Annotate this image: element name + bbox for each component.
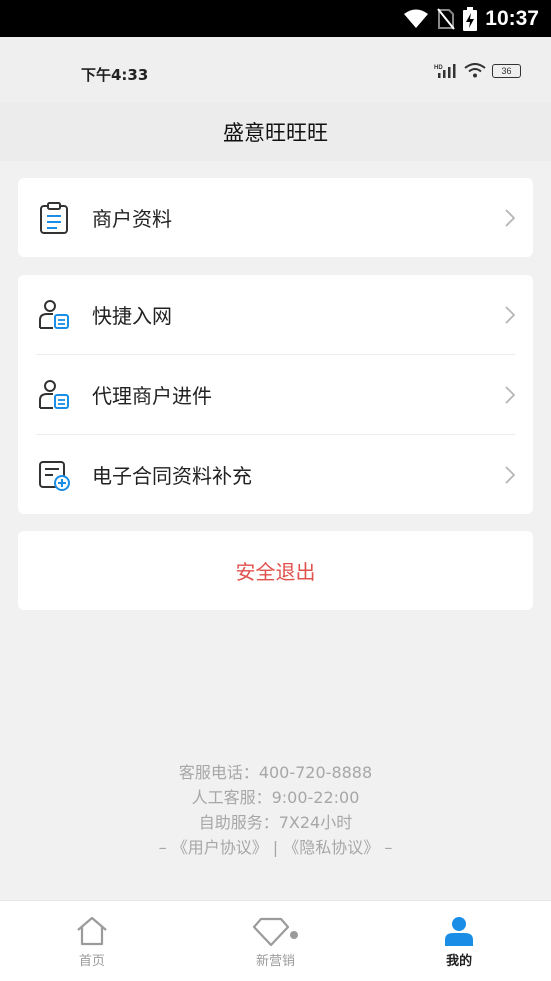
tab-mine[interactable]: 我的 xyxy=(367,901,551,981)
menu-item-e-contract-supplement[interactable]: 电子合同资料补充 xyxy=(18,435,533,514)
diamond-icon xyxy=(252,917,298,947)
chevron-right-icon xyxy=(505,385,515,404)
user-document-icon xyxy=(39,379,69,409)
page-title: 盛意旺旺旺 xyxy=(223,121,328,145)
customer-service-info: 客服电话：400-720-8888 人工客服：9:00-22:00 自助服务：7… xyxy=(0,760,551,860)
manual-service-hours: 人工客服：9:00-22:00 xyxy=(191,788,360,807)
battery-level: 36 xyxy=(501,65,512,76)
no-sim-icon xyxy=(437,7,456,30)
clipboard-icon xyxy=(40,201,68,234)
battery-charging-icon xyxy=(463,6,478,31)
chevron-right-icon xyxy=(505,305,515,324)
app-status-row: 下午4:33 HD 36 xyxy=(0,37,551,103)
menu-item-label: 电子合同资料补充 xyxy=(92,464,252,488)
agreement-links[interactable]: – 《用户协议》 | 《隐私协议》 – xyxy=(0,835,551,860)
merchant-card: 商户资料 xyxy=(18,178,533,257)
logout-button[interactable]: 安全退出 xyxy=(18,531,533,610)
self-service-hours: 自助服务：7X24小时 xyxy=(198,813,353,832)
system-clock: 10:37 xyxy=(485,6,539,30)
user-icon xyxy=(445,917,474,946)
chevron-right-icon xyxy=(505,208,515,227)
signal-icon: HD xyxy=(434,64,456,78)
navigation-bar: 盛意旺旺旺 xyxy=(0,103,551,161)
home-icon xyxy=(77,916,107,946)
menu-item-label: 代理商户进件 xyxy=(92,384,212,408)
bottom-tab-bar: 首页 新营销 我的 xyxy=(0,900,551,981)
tab-label: 新营销 xyxy=(256,954,296,969)
wifi-icon xyxy=(404,9,429,28)
menu-item-quick-onboarding[interactable]: 快捷入网 xyxy=(18,275,533,354)
menu-item-merchant-info[interactable]: 商户资料 xyxy=(18,178,533,257)
services-card: 快捷入网 代理商户进件 电子合同资料补充 xyxy=(18,275,533,514)
svg-text:HD: HD xyxy=(434,65,443,71)
menu-item-agent-merchant-onboarding[interactable]: 代理商户进件 xyxy=(18,355,533,434)
service-phone: 客服电话：400-720-8888 xyxy=(178,763,373,782)
tab-label: 我的 xyxy=(446,954,473,969)
tab-label: 首页 xyxy=(78,954,105,969)
tab-new-marketing[interactable]: 新营销 xyxy=(184,901,368,981)
wifi-small-icon xyxy=(464,63,486,78)
chevron-right-icon xyxy=(505,465,515,484)
document-add-icon xyxy=(39,460,70,491)
battery-indicator: 36 xyxy=(492,63,521,78)
menu-item-label: 快捷入网 xyxy=(92,304,172,328)
menu-item-label: 商户资料 xyxy=(92,207,172,231)
user-document-icon xyxy=(39,299,69,329)
tab-home[interactable]: 首页 xyxy=(0,901,184,981)
logout-label: 安全退出 xyxy=(235,560,316,584)
app-status-time: 下午4:33 xyxy=(81,66,149,84)
system-status-bar: 10:37 xyxy=(0,0,551,37)
